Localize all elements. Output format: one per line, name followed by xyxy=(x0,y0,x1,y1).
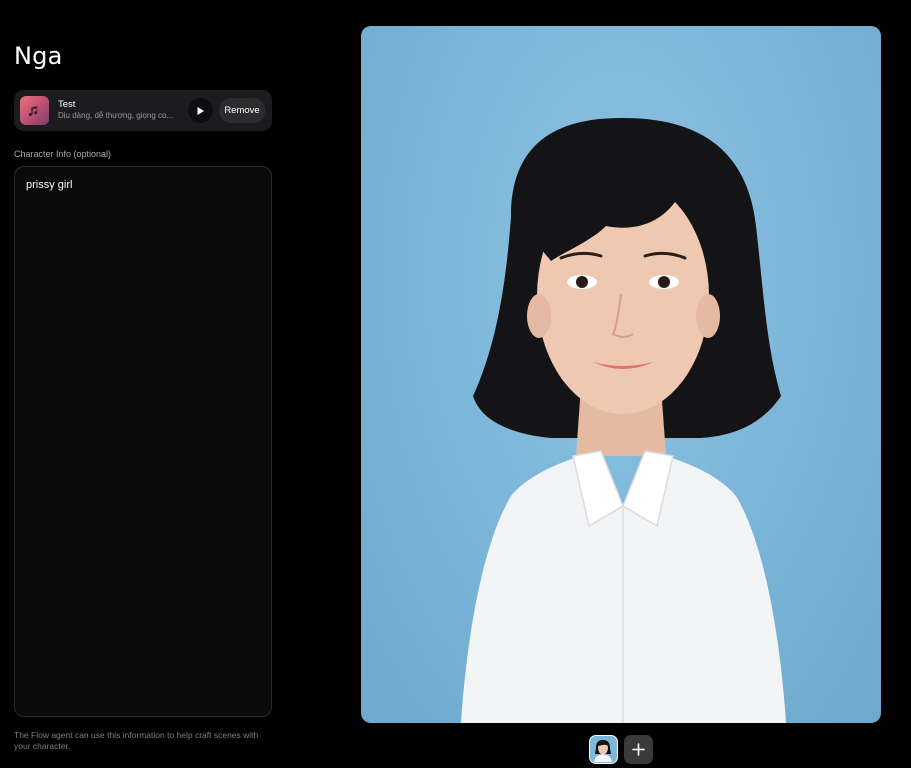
helper-text: The Flow agent can use this information … xyxy=(14,730,259,751)
add-image-button[interactable] xyxy=(624,735,653,764)
voice-description: Dịu dàng, dễ thương, giọng co... xyxy=(58,111,174,120)
character-info-label: Character Info (optional) xyxy=(14,149,112,159)
character-info-textarea[interactable]: prissy girl xyxy=(14,166,272,717)
music-note-icon xyxy=(28,105,37,116)
character-portrait xyxy=(361,26,881,723)
voice-card: Test Dịu dàng, dễ thương, giọng co... Re… xyxy=(14,90,272,131)
play-icon xyxy=(197,106,204,115)
portrait-thumbnail[interactable] xyxy=(589,735,618,764)
portrait-thumbnail-image xyxy=(590,736,616,762)
character-name[interactable]: Nga xyxy=(14,42,63,70)
voice-thumbnail xyxy=(20,96,49,125)
portrait-illustration xyxy=(461,118,786,723)
character-editor: Nga Test Dịu dàng, dễ thương, giọng co..… xyxy=(0,0,911,768)
plus-icon xyxy=(632,743,645,756)
character-info-value: prissy girl xyxy=(26,179,73,191)
voice-name: Test xyxy=(58,99,76,110)
play-button[interactable] xyxy=(188,98,213,123)
remove-voice-button[interactable]: Remove xyxy=(219,98,265,123)
